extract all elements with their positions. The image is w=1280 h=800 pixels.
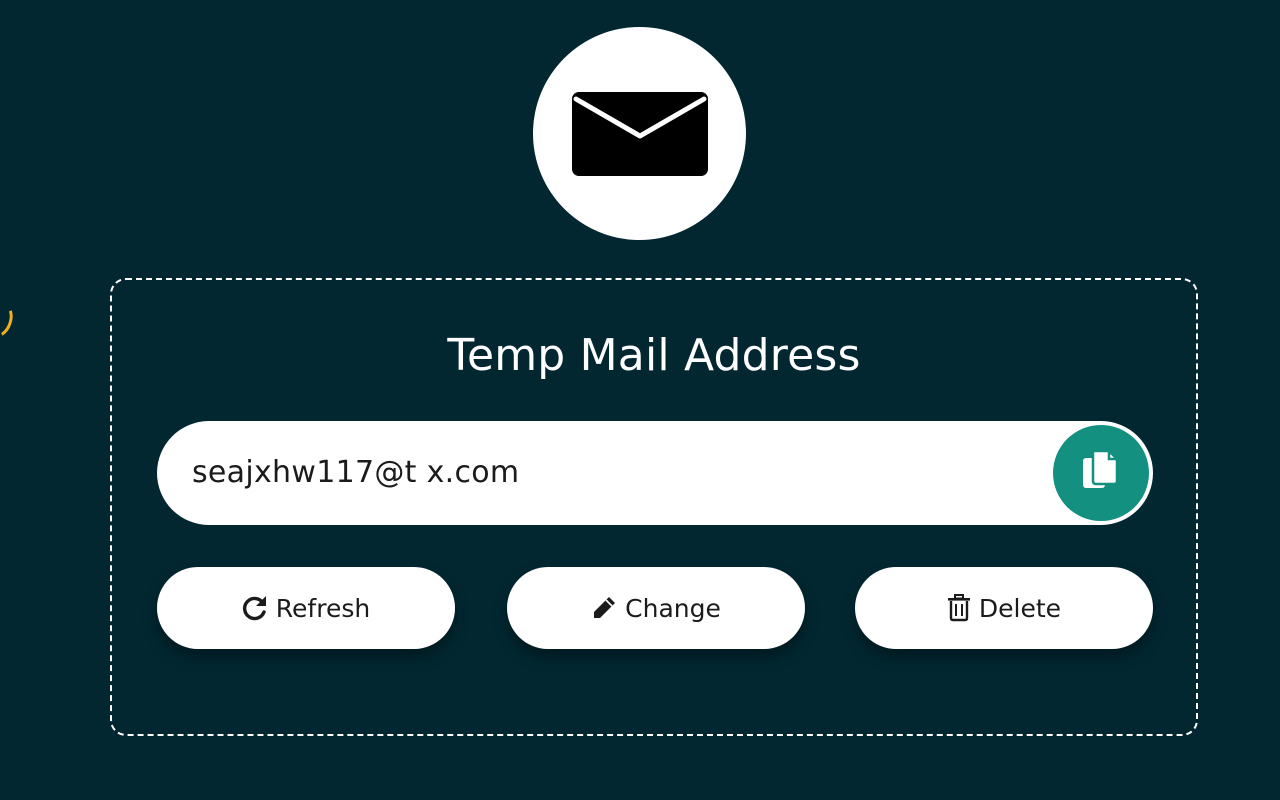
trash-icon bbox=[947, 594, 971, 622]
email-address-value[interactable]: seajxhw117@t x.com bbox=[192, 421, 519, 525]
decorative-accent bbox=[0, 298, 18, 342]
change-button-label: Change bbox=[625, 593, 721, 623]
mail-logo bbox=[533, 27, 746, 240]
email-address-field[interactable]: seajxhw117@t x.com bbox=[157, 421, 1153, 525]
change-button[interactable]: Change bbox=[507, 567, 805, 649]
delete-button-label: Delete bbox=[978, 593, 1062, 623]
stage: Temp Mail Address seajxhw117@t x.com Ref… bbox=[0, 0, 1280, 800]
refresh-icon bbox=[242, 595, 268, 621]
refresh-button-label: Refresh bbox=[275, 593, 371, 623]
copy-button[interactable] bbox=[1053, 425, 1149, 521]
panel-title: Temp Mail Address bbox=[447, 330, 861, 381]
delete-button[interactable]: Delete bbox=[855, 567, 1153, 649]
pencil-icon bbox=[591, 595, 617, 621]
envelope-icon bbox=[571, 91, 708, 176]
temp-mail-panel: Temp Mail Address seajxhw117@t x.com Ref… bbox=[110, 278, 1198, 736]
refresh-button[interactable]: Refresh bbox=[157, 567, 455, 649]
copy-icon bbox=[1081, 449, 1121, 497]
